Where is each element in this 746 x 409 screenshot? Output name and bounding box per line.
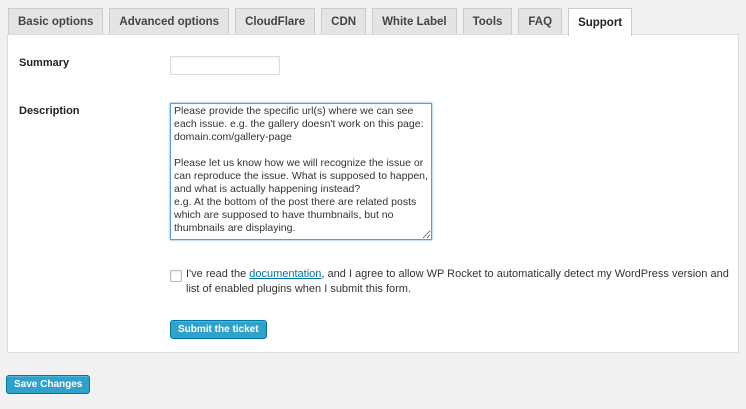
tab-faq[interactable]: FAQ [518, 8, 563, 34]
consent-text-before: I've read the [186, 268, 250, 280]
consent-checkbox[interactable] [170, 270, 182, 282]
tab-tools[interactable]: Tools [462, 8, 513, 34]
tab-basic-options[interactable]: Basic options [8, 8, 104, 34]
summary-input[interactable] [170, 56, 280, 75]
tab-cloudflare[interactable]: CloudFlare [235, 8, 316, 34]
consent-row: I've read the documentation, and I agree… [170, 267, 730, 297]
description-label: Description [19, 105, 80, 117]
consent-text: I've read the documentation, and I agree… [186, 267, 730, 297]
tab-support[interactable]: Support [568, 8, 633, 36]
tab-advanced-options[interactable]: Advanced options [109, 8, 230, 34]
documentation-link[interactable]: documentation [249, 268, 321, 280]
summary-label: Summary [19, 57, 70, 69]
submit-ticket-button[interactable]: Submit the ticket [170, 320, 267, 339]
tab-bar: Basic options Advanced options CloudFlar… [8, 8, 633, 36]
tab-cdn[interactable]: CDN [321, 8, 367, 34]
save-changes-button[interactable]: Save Changes [6, 375, 91, 394]
support-panel: Summary Description Please provide the s… [7, 34, 739, 353]
description-textarea[interactable]: Please provide the specific url(s) where… [170, 103, 432, 240]
tab-white-label[interactable]: White Label [372, 8, 457, 34]
